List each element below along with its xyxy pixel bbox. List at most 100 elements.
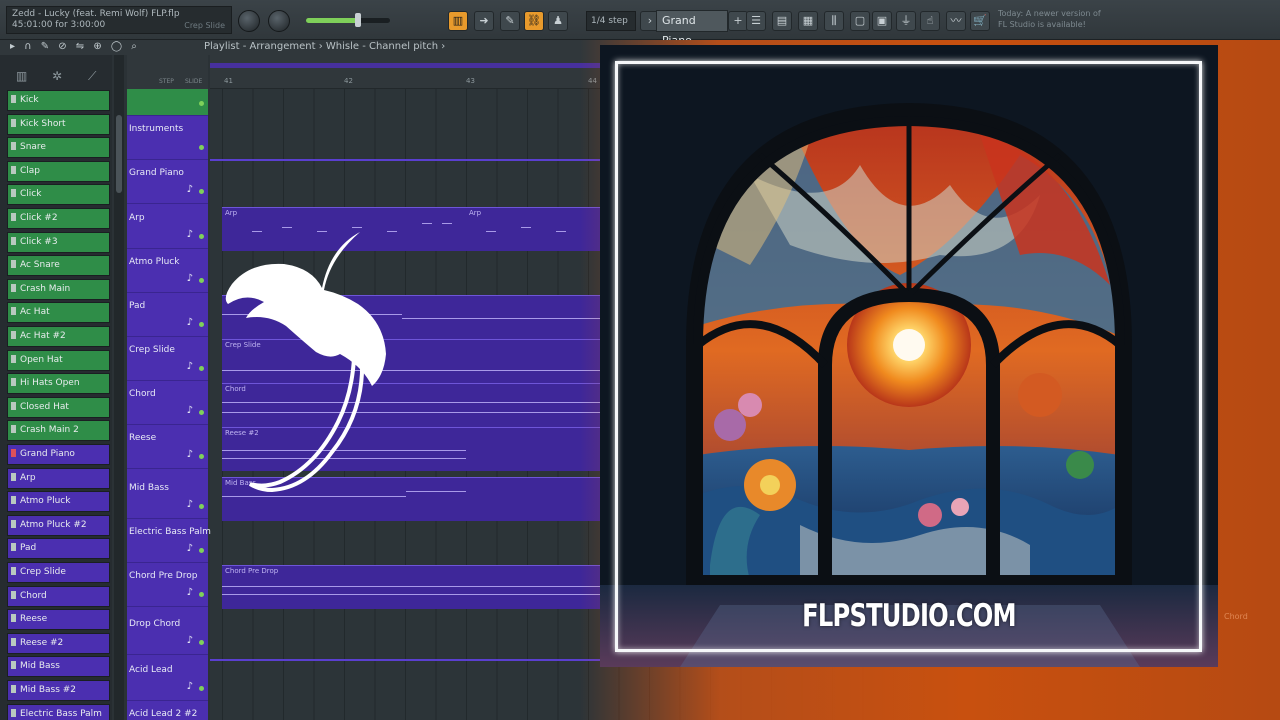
playlist-track[interactable]: Acid Lead 2 #2♪ (127, 701, 208, 720)
channel-label: Closed Hat (20, 401, 69, 412)
track-mute-led[interactable] (199, 592, 204, 597)
channel-button[interactable]: Ac Snare (7, 255, 110, 277)
bar-number: 42 (344, 77, 353, 85)
channel-label: Grand Piano (20, 449, 75, 459)
snap-select[interactable]: 1/4 step (586, 11, 636, 31)
pen-tool-button[interactable]: ✎ (500, 11, 520, 31)
automation-icon[interactable]: ⟋ (88, 69, 96, 84)
channel-button[interactable]: Click #3 (7, 231, 110, 253)
mixer-button[interactable]: ⫼ (824, 11, 844, 31)
master-volume-knob[interactable] (238, 10, 260, 32)
master-pitch-knob[interactable] (268, 10, 290, 32)
channel-button[interactable]: Reese (7, 609, 110, 631)
browser-icon: ▣ (876, 14, 888, 27)
track-name: Instruments (129, 124, 184, 134)
track-mute-led[interactable] (199, 548, 204, 553)
track-mute-led[interactable] (199, 410, 204, 415)
channel-button[interactable]: Ac Hat (7, 302, 110, 324)
channel-button[interactable]: Mid Bass (7, 656, 110, 678)
note-icon: ♪ (186, 587, 193, 598)
channel-button[interactable]: Chord (7, 585, 110, 607)
playlist-track[interactable]: Reese ♪ (127, 425, 208, 469)
playlist-track[interactable]: Arp ♪ (127, 205, 208, 249)
track-mute-led[interactable] (199, 504, 204, 509)
channel-rack-scrollbar[interactable] (114, 55, 124, 720)
master-volume-slider[interactable] (306, 13, 390, 27)
channel-button[interactable]: Crash Main (7, 278, 110, 300)
channel-button[interactable]: Atmo Pluck #2 (7, 514, 110, 536)
channel-button[interactable]: Crep Slide (7, 562, 110, 583)
volume-handle[interactable] (355, 13, 362, 27)
plugin-picker-button[interactable]: ▢ (850, 11, 870, 31)
stamp-button[interactable]: ♟ (548, 11, 568, 31)
channel-label: Crash Main 2 (20, 425, 79, 436)
arrow-tool-button[interactable]: ➜ (474, 11, 494, 31)
channel-button[interactable]: Closed Hat (7, 396, 110, 418)
add-pattern-button[interactable]: + (728, 11, 748, 31)
playlist-track[interactable]: Chord Pre Drop ♪ (127, 563, 208, 607)
track-mute-led[interactable] (199, 189, 204, 194)
channel-button[interactable]: Crash Main 2 (7, 420, 110, 442)
channel-button[interactable]: Hi Hats Open (7, 373, 110, 395)
playlist-track[interactable]: Crep Slide ♪ (127, 337, 208, 381)
link-button[interactable]: ⛓ (524, 11, 544, 31)
track-mute-led[interactable] (199, 278, 204, 283)
channel-button[interactable]: Kick Short (7, 113, 110, 135)
channel-button[interactable]: Electric Bass Palm (7, 703, 110, 720)
channel-button[interactable]: Snare (7, 137, 110, 159)
channel-button[interactable]: Atmo Pluck (7, 491, 110, 513)
pattern-clip[interactable]: Chord Pre Drop (222, 565, 600, 609)
track-mute-led[interactable] (199, 454, 204, 459)
channel-button[interactable]: Pad (7, 538, 110, 560)
playlist-track[interactable]: Atmo Pluck ♪ (127, 249, 208, 293)
pattern-select[interactable]: Grand Piano (656, 10, 728, 47)
channel-button[interactable]: Grand Piano (7, 444, 110, 465)
playlist-track[interactable]: Acid Lead ♪ (127, 657, 208, 701)
playlist-track[interactable]: Electric Bass Palm ♪ (127, 519, 211, 563)
channel-color-marker (11, 283, 16, 292)
playlist-tool-icons[interactable]: ▸ ∩ ✎ ⊘ ⇋ ⊕ ◯ ⌕ (10, 41, 140, 52)
channel-button[interactable]: Kick (7, 90, 110, 111)
playlist-button[interactable]: ☰ (746, 11, 766, 31)
track-mute-led[interactable] (199, 234, 204, 239)
track-name: Pad (129, 301, 146, 311)
track-mute-led[interactable] (199, 101, 204, 106)
waveform-icon[interactable]: ✲ (52, 69, 62, 83)
track-mute-led[interactable] (199, 145, 204, 150)
touch-keyboard-button[interactable]: ☝ (920, 11, 940, 31)
channel-button[interactable]: Click (7, 184, 110, 206)
channel-color-marker (11, 543, 16, 552)
news-panel[interactable]: Today: A newer version of FL Studio is a… (998, 8, 1108, 30)
plugin-database-button[interactable]: ⏚ (896, 11, 916, 31)
bar-number: 41 (224, 77, 233, 85)
playlist-track[interactable]: Mid Bass ♪ (127, 475, 208, 519)
channel-button[interactable]: Ac Hat #2 (7, 326, 110, 347)
browser-button[interactable]: ▣ (872, 11, 892, 31)
channel-rack-button[interactable]: ▦ (798, 11, 818, 31)
channel-button[interactable]: Arp (7, 467, 110, 489)
drum-icon[interactable]: ▥ (16, 69, 27, 83)
channel-button[interactable]: Clap (7, 160, 110, 182)
track-mute-led[interactable] (199, 366, 204, 371)
audio-editor-button[interactable]: 〰 (946, 11, 966, 31)
channel-button[interactable]: Mid Bass #2 (7, 680, 110, 701)
song-info-panel: Zedd - Lucky (feat. Remi Wolf) FLP.flp 4… (6, 6, 232, 34)
track-mute-led[interactable] (199, 640, 204, 645)
playlist-track[interactable]: Chord ♪ (127, 381, 208, 425)
shop-button[interactable]: 🛒 (970, 11, 990, 31)
channel-button[interactable]: Open Hat (7, 349, 110, 371)
breadcrumb: Playlist - Arrangement › Whisle - Channe… (204, 41, 446, 52)
playlist-track[interactable]: Pad ♪ (127, 293, 208, 337)
piano-roll-button[interactable]: ▤ (772, 11, 792, 31)
channel-button[interactable]: Click #2 (7, 208, 110, 229)
scroll-thumb[interactable] (116, 115, 122, 193)
channel-rack-header: ▥ ✲ ⟋ (0, 55, 112, 89)
playlist-track[interactable]: Grand Piano ♪ (127, 160, 208, 204)
channel-button[interactable]: Reese #2 (7, 632, 110, 654)
playlist-track[interactable] (127, 89, 208, 116)
playlist-track[interactable]: Instruments (127, 116, 208, 160)
playlist-track[interactable]: Drop Chord ♪ (127, 611, 208, 655)
track-mute-led[interactable] (199, 686, 204, 691)
pattern-song-toggle-button[interactable]: ▥ (448, 11, 468, 31)
track-mute-led[interactable] (199, 322, 204, 327)
